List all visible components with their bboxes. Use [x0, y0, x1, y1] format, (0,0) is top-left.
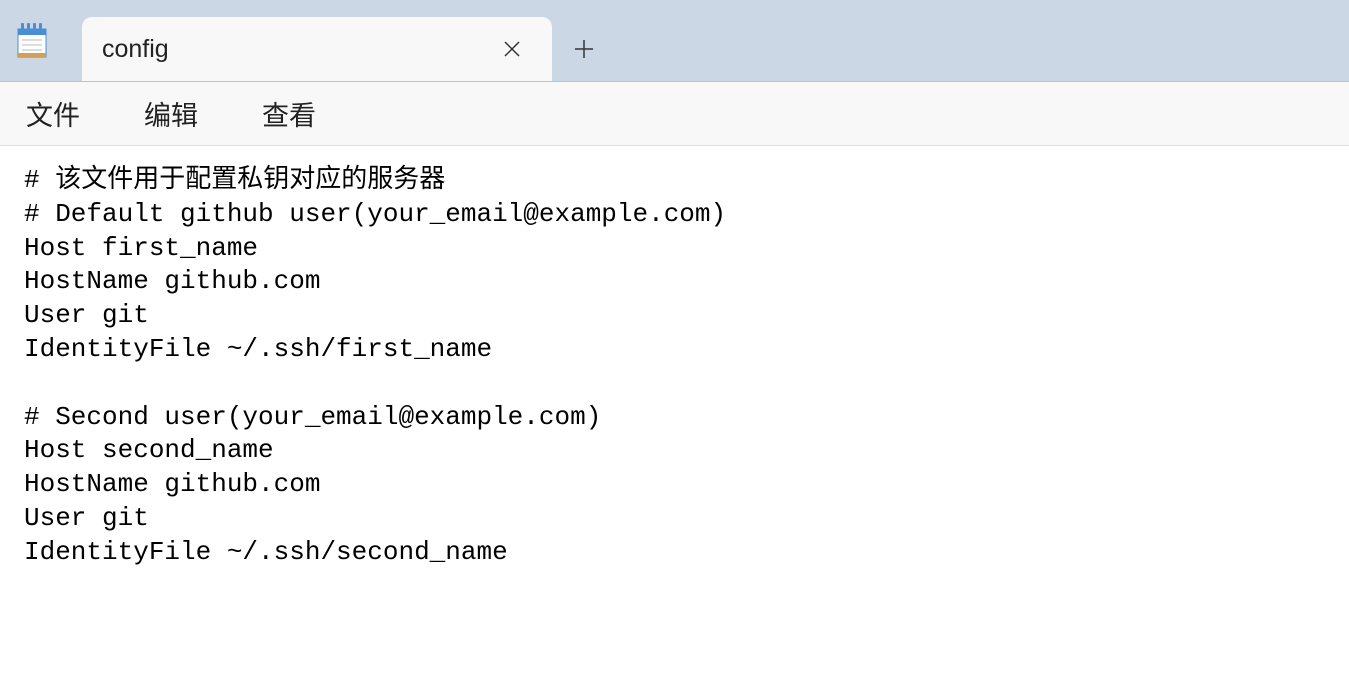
text-editor[interactable]: # 该文件用于配置私钥对应的服务器 # Default github user(… — [0, 146, 1349, 679]
menu-view[interactable]: 查看 — [254, 90, 324, 137]
menu-bar: 文件 编辑 查看 — [0, 82, 1349, 146]
close-tab-button[interactable] — [500, 37, 524, 61]
menu-edit[interactable]: 编辑 — [136, 90, 206, 137]
new-tab-button[interactable] — [552, 17, 616, 81]
file-tab[interactable]: config — [82, 17, 552, 81]
menu-file[interactable]: 文件 — [18, 90, 88, 137]
tab-title: config — [102, 35, 500, 64]
title-bar: config — [0, 0, 1349, 82]
notepad-icon — [12, 21, 52, 61]
